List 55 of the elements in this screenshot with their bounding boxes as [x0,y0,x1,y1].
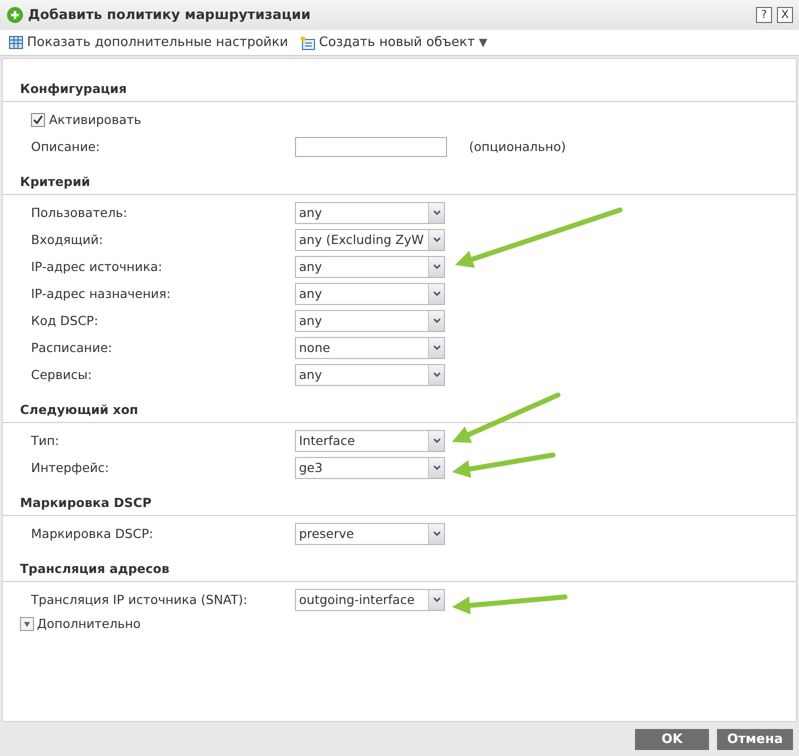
caret-icon [432,372,440,378]
dropdown-field[interactable]: any (Excluding ZyW [295,228,445,250]
advanced-toggle[interactable]: Дополнительно [3,613,141,631]
field-label: IP-адрес назначения: [31,286,172,301]
section-heading: Конфигурация [3,81,796,102]
field-label: Сервисы: [31,367,93,382]
field-label: Тип: [31,433,60,448]
field-label: Код DSCP: [31,313,100,328]
caret-icon [432,236,440,242]
checkbox[interactable] [31,112,45,126]
dropdown-field[interactable]: ge3 [295,456,445,478]
ok-button[interactable]: OK [635,728,709,750]
section-heading: Следующий хоп [3,402,796,423]
caret-icon [432,290,440,296]
caret-icon [432,210,440,216]
dropdown-field[interactable]: any [295,282,445,304]
field-label: Входящий: [31,232,104,247]
dropdown-field[interactable]: any [295,364,445,386]
add-icon [7,7,23,23]
dropdown-field[interactable]: preserve [295,522,445,544]
caret-icon [432,530,440,536]
description-field[interactable] [295,136,447,156]
field-label: Пользователь: [31,205,128,220]
create-object-menu[interactable]: Создать новый объект ▼ [300,35,488,50]
dropdown-field[interactable]: Interface [295,430,445,452]
window-title: Добавить политику маршрутизации [28,7,311,23]
dropdown-field[interactable]: any [295,202,445,224]
close-button[interactable]: X [777,7,793,23]
field-label: Маркировка DSCP: [31,526,154,541]
field-label: Трансляция IP источника (SNAT): [31,592,248,607]
caret-icon [432,318,440,324]
field-label: Интерфейс: [31,460,110,475]
section-heading: Критерий [3,174,796,195]
section-heading: Трансляция адресов [3,561,796,582]
caret-icon [432,344,440,350]
dropdown-field[interactable]: any [295,256,445,278]
expand-icon [20,616,34,630]
cancel-button[interactable]: Отмена [717,728,793,750]
table-icon [9,36,23,49]
field-label: Расписание: [31,340,114,355]
caret-icon [432,596,440,602]
optional-note: (опционально) [469,139,566,154]
help-button[interactable]: ? [756,7,772,23]
show-settings-link[interactable]: Показать дополнительные настройки [9,35,288,50]
field-label: Описание: [31,139,101,154]
dropdown-field[interactable]: any [295,310,445,332]
checkbox-label: Активировать [49,112,142,127]
dropdown-field[interactable]: outgoing-interface [295,588,445,610]
caret-icon [432,264,440,270]
field-label: IP-адрес источника: [31,259,164,274]
caret-icon [432,464,440,470]
new-item-icon [300,36,316,50]
caret-icon [432,438,440,444]
section-heading: Маркировка DSCP [3,495,796,516]
dropdown-field[interactable]: none [295,336,445,358]
